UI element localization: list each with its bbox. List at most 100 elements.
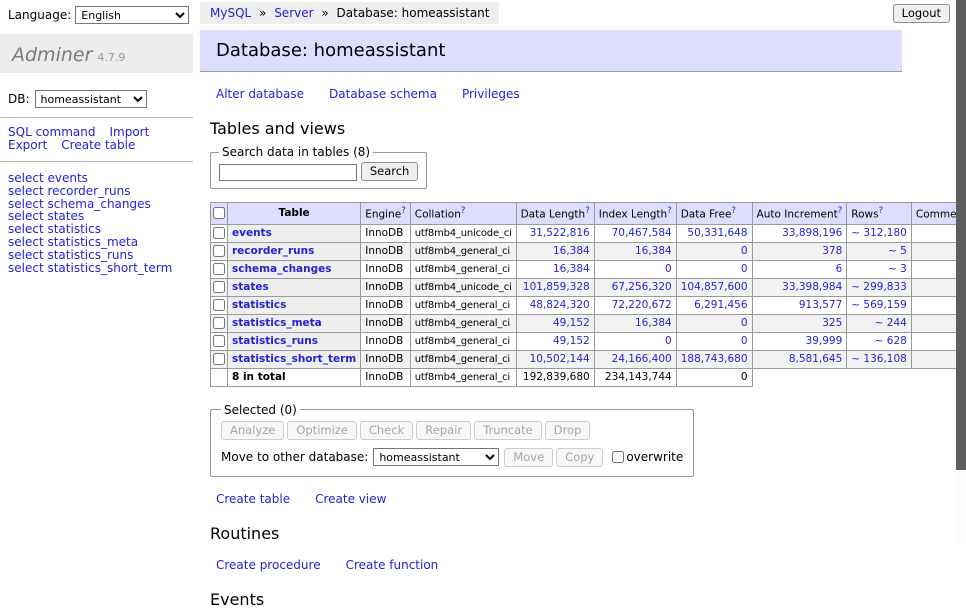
data-length-link[interactable]: 16,384 — [553, 245, 590, 257]
help-link-engine[interactable]: ? — [401, 206, 406, 216]
data-length-link[interactable]: 48,824,320 — [530, 299, 590, 311]
table-name-cell: statistics_runs — [228, 332, 361, 350]
row-checkbox-recorder-runs[interactable] — [213, 245, 225, 257]
check-button[interactable]: Check — [360, 421, 413, 440]
help-link-collation[interactable]: ? — [461, 206, 466, 216]
data-free-link[interactable]: 188,743,680 — [681, 353, 748, 365]
search-button[interactable]: Search — [361, 162, 419, 181]
repair-button[interactable]: Repair — [416, 421, 471, 440]
alter-database-link[interactable]: Alter database — [216, 87, 304, 101]
sidebar-link-export[interactable]: Export — [8, 138, 47, 152]
help-link-rows[interactable]: ? — [879, 206, 884, 216]
breadcrumb-item-server[interactable]: Server — [274, 6, 313, 20]
row-checkbox-schema-changes[interactable] — [213, 263, 225, 275]
auto-increment-cell: 33,898,196 — [752, 224, 847, 242]
row-checkbox-statistics[interactable] — [213, 299, 225, 311]
row-checkbox-statistics-runs[interactable] — [213, 335, 225, 347]
data-length-link[interactable]: 49,152 — [553, 335, 590, 347]
move-button[interactable]: Move — [504, 448, 553, 467]
language-select[interactable]: English — [75, 6, 189, 24]
data-free-link[interactable]: 6,291,456 — [694, 299, 747, 311]
rows-link[interactable]: ~ 299,833 — [851, 281, 907, 293]
auto-increment-link[interactable]: 325 — [822, 317, 842, 329]
copy-button[interactable]: Copy — [556, 448, 603, 467]
logout-button[interactable]: Logout — [893, 4, 950, 23]
data-free-link[interactable]: 50,331,648 — [687, 227, 747, 239]
index-length-link[interactable]: 16,384 — [635, 317, 672, 329]
create-view-link[interactable]: Create view — [315, 492, 386, 506]
index-length-link[interactable]: 72,220,672 — [612, 299, 672, 311]
sidebar-link-import[interactable]: Import — [109, 125, 149, 139]
drop-button[interactable]: Drop — [545, 421, 591, 440]
data-free-link[interactable]: 0 — [741, 317, 748, 329]
create-procedure-link[interactable]: Create procedure — [216, 558, 321, 572]
index-length-link[interactable]: 24,166,400 — [612, 353, 672, 365]
create-function-link[interactable]: Create function — [346, 558, 439, 572]
data-length-link[interactable]: 16,384 — [553, 263, 590, 275]
sidebar-link-create-table[interactable]: Create table — [61, 138, 135, 152]
help-link-data-length[interactable]: ? — [585, 206, 590, 216]
help-link-index-length[interactable]: ? — [667, 206, 672, 216]
rows-link[interactable]: ~ 569,159 — [851, 299, 907, 311]
collation-cell: utf8mb4_general_ci — [410, 350, 516, 368]
auto-increment-link[interactable]: 33,398,984 — [782, 281, 842, 293]
analyze-button[interactable]: Analyze — [221, 421, 284, 440]
optimize-button[interactable]: Optimize — [287, 421, 357, 440]
app-version[interactable]: 4.7.9 — [97, 51, 125, 64]
auto-increment-link[interactable]: 913,577 — [799, 299, 842, 311]
row-check-cell — [211, 314, 228, 332]
auto-increment-link[interactable]: 8,581,645 — [789, 353, 842, 365]
row-checkbox-states[interactable] — [213, 281, 225, 293]
row-checkbox-events[interactable] — [213, 227, 225, 239]
select-all-checkbox[interactable] — [213, 207, 225, 219]
breadcrumb-item-mysql[interactable]: MySQL — [210, 6, 251, 20]
truncate-button[interactable]: Truncate — [474, 421, 542, 440]
table-link-recorder-runs[interactable]: recorder_runs — [232, 245, 314, 257]
db-select[interactable]: homeassistant — [35, 90, 147, 108]
index-length-link[interactable]: 67,256,320 — [612, 281, 672, 293]
help-link-auto-increment[interactable]: ? — [838, 206, 843, 216]
rows-link[interactable]: ~ 5 — [888, 245, 907, 257]
data-length-link[interactable]: 49,152 — [553, 317, 590, 329]
sidebar-link-sql-command[interactable]: SQL command — [8, 125, 95, 139]
table-link-events[interactable]: events — [232, 227, 272, 239]
privileges-link[interactable]: Privileges — [462, 87, 520, 101]
move-db-select[interactable]: homeassistant — [373, 448, 499, 466]
data-length-link[interactable]: 101,859,328 — [523, 281, 590, 293]
table-link-states[interactable]: states — [232, 281, 269, 293]
table-link-statistics-runs[interactable]: statistics_runs — [232, 335, 318, 347]
help-link-data-free[interactable]: ? — [731, 206, 736, 216]
data-length-link[interactable]: 10,502,144 — [530, 353, 590, 365]
rows-link[interactable]: ~ 628 — [875, 335, 907, 347]
auto-increment-link[interactable]: 6 — [836, 263, 843, 275]
sidebar-nav-line: Export Create table — [8, 139, 193, 152]
index-length-link[interactable]: 16,384 — [635, 245, 672, 257]
scrollbar-thumb[interactable] — [956, 0, 966, 470]
data-length-link[interactable]: 31,522,816 — [530, 227, 590, 239]
sidebar-select-statistics-short-term[interactable]: select statistics_short_term — [8, 261, 172, 275]
index-length-link[interactable]: 70,467,584 — [612, 227, 672, 239]
index-length-link[interactable]: 0 — [665, 335, 672, 347]
rows-link[interactable]: ~ 312,180 — [851, 227, 907, 239]
database-schema-link[interactable]: Database schema — [329, 87, 437, 101]
rows-link[interactable]: ~ 3 — [888, 263, 907, 275]
table-link-statistics[interactable]: statistics — [232, 299, 286, 311]
data-free-link[interactable]: 0 — [741, 335, 748, 347]
data-free-link[interactable]: 104,857,600 — [681, 281, 748, 293]
table-link-statistics-short-term[interactable]: statistics_short_term — [232, 353, 356, 365]
rows-link[interactable]: ~ 136,108 — [851, 353, 907, 365]
auto-increment-link[interactable]: 39,999 — [806, 335, 843, 347]
data-free-link[interactable]: 0 — [741, 263, 748, 275]
table-link-statistics-meta[interactable]: statistics_meta — [232, 317, 322, 329]
row-checkbox-statistics-meta[interactable] — [213, 317, 225, 329]
auto-increment-link[interactable]: 378 — [822, 245, 842, 257]
row-checkbox-statistics-short-term[interactable] — [213, 353, 225, 365]
search-input[interactable] — [219, 164, 357, 181]
create-table-link[interactable]: Create table — [216, 492, 290, 506]
table-link-schema-changes[interactable]: schema_changes — [232, 263, 332, 275]
overwrite-checkbox[interactable] — [612, 451, 624, 463]
rows-link[interactable]: ~ 244 — [875, 317, 907, 329]
index-length-link[interactable]: 0 — [665, 263, 672, 275]
auto-increment-link[interactable]: 33,898,196 — [782, 227, 842, 239]
data-free-link[interactable]: 0 — [741, 245, 748, 257]
